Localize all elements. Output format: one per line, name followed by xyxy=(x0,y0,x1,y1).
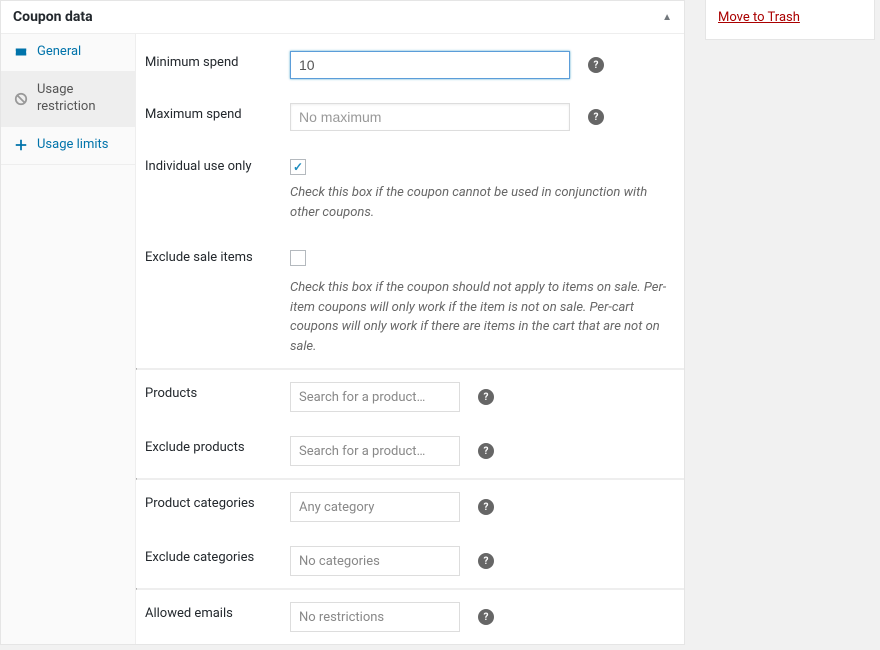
field-individual-use: Individual use only Check this box if th… xyxy=(136,143,684,234)
help-icon[interactable]: ? xyxy=(478,609,494,625)
field-exclude-sale-items: Exclude sale items Check this box if the… xyxy=(136,234,684,368)
exclude-sale-checkbox[interactable] xyxy=(290,250,306,266)
settings-tabs: General Usage restriction Usage limits xyxy=(1,34,136,644)
minimum-spend-input[interactable] xyxy=(290,51,570,79)
product-categories-select[interactable]: Any category xyxy=(290,492,460,522)
exclude-categories-select[interactable]: No categories xyxy=(290,546,460,576)
tab-usage-restriction[interactable]: Usage restriction xyxy=(1,72,135,127)
field-label: Product categories xyxy=(145,492,290,511)
field-product-categories: Product categories Any category ? xyxy=(136,480,684,534)
field-label: Products xyxy=(145,382,290,401)
field-label: Exclude categories xyxy=(145,546,290,565)
help-icon[interactable]: ? xyxy=(478,499,494,515)
field-label: Minimum spend xyxy=(145,51,290,70)
field-products: Products Search for a product… ? xyxy=(136,370,684,424)
field-label: Exclude sale items xyxy=(145,246,290,265)
field-label: Individual use only xyxy=(145,155,290,174)
field-description: Check this box if the coupon should not … xyxy=(290,278,670,356)
tab-content: Minimum spend ? Maximum spend ? xyxy=(136,34,684,644)
field-maximum-spend: Maximum spend ? xyxy=(136,91,684,143)
ticket-icon xyxy=(13,45,29,59)
tab-label: Usage restriction xyxy=(37,82,123,116)
help-icon[interactable]: ? xyxy=(478,443,494,459)
tab-label: Usage limits xyxy=(37,137,108,154)
field-exclude-categories: Exclude categories No categories ? xyxy=(136,534,684,588)
move-to-trash-link[interactable]: Move to Trash xyxy=(718,10,800,25)
field-exclude-products: Exclude products Search for a product… ? xyxy=(136,424,684,478)
coupon-data-panel: Coupon data ▲ General Usage restriction xyxy=(0,0,685,645)
ban-icon xyxy=(13,92,29,106)
tab-general[interactable]: General xyxy=(1,34,135,72)
tab-label: General xyxy=(37,44,81,61)
allowed-emails-input[interactable]: No restrictions xyxy=(290,602,460,632)
individual-use-checkbox[interactable] xyxy=(290,159,306,175)
panel-header[interactable]: Coupon data ▲ xyxy=(1,1,684,34)
panel-title: Coupon data xyxy=(13,9,93,25)
maximum-spend-input[interactable] xyxy=(290,103,570,131)
collapse-icon: ▲ xyxy=(662,12,672,23)
field-description: Check this box if the coupon cannot be u… xyxy=(290,183,670,222)
exclude-products-select[interactable]: Search for a product… xyxy=(290,436,460,466)
field-label: Maximum spend xyxy=(145,103,290,122)
sliders-icon xyxy=(13,138,29,152)
products-select[interactable]: Search for a product… xyxy=(290,382,460,412)
help-icon[interactable]: ? xyxy=(478,389,494,405)
field-label: Allowed emails xyxy=(145,602,290,621)
field-allowed-emails: Allowed emails No restrictions ? xyxy=(136,590,684,644)
field-label: Exclude products xyxy=(145,436,290,455)
tab-usage-limits[interactable]: Usage limits xyxy=(1,127,135,165)
publish-actions: Move to Trash xyxy=(705,0,875,40)
help-icon[interactable]: ? xyxy=(588,109,604,125)
help-icon[interactable]: ? xyxy=(588,57,604,73)
field-minimum-spend: Minimum spend ? xyxy=(136,34,684,91)
help-icon[interactable]: ? xyxy=(478,553,494,569)
